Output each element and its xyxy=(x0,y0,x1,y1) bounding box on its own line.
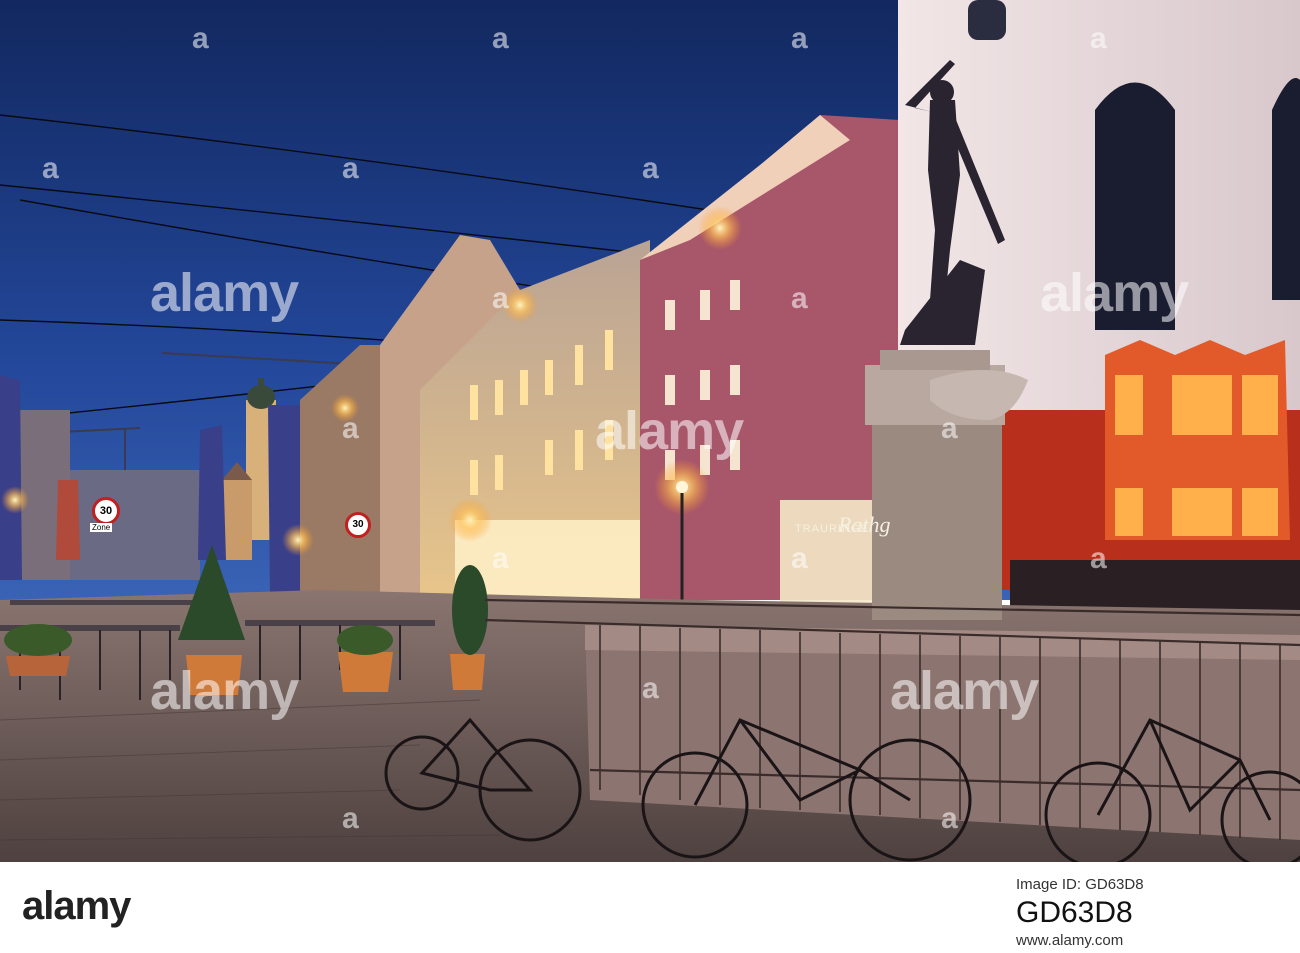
photo: TRAURINGE Rathg 30 30 Zone alamy alamy a… xyxy=(0,0,1300,862)
speed-sign-2: 30 xyxy=(345,512,371,538)
shop-sign-rathgeber: Rathg xyxy=(838,512,891,537)
church-window-right xyxy=(1272,78,1300,300)
zone-label: Zone xyxy=(90,523,113,532)
church-window xyxy=(1095,82,1175,330)
street-scene xyxy=(0,0,1300,862)
image-id: GD63D8 xyxy=(1016,896,1133,929)
image-id-label: Image ID: GD63D8 xyxy=(1016,876,1144,893)
alamy-logo: alamy xyxy=(22,884,131,928)
church-clock-window xyxy=(968,0,1006,40)
website-link[interactable]: www.alamy.com xyxy=(1016,932,1123,949)
footer-bar: alamy Image ID: GD63D8 GD63D8 www.alamy.… xyxy=(0,862,1300,953)
speed-sign-1: 30 xyxy=(92,497,120,525)
